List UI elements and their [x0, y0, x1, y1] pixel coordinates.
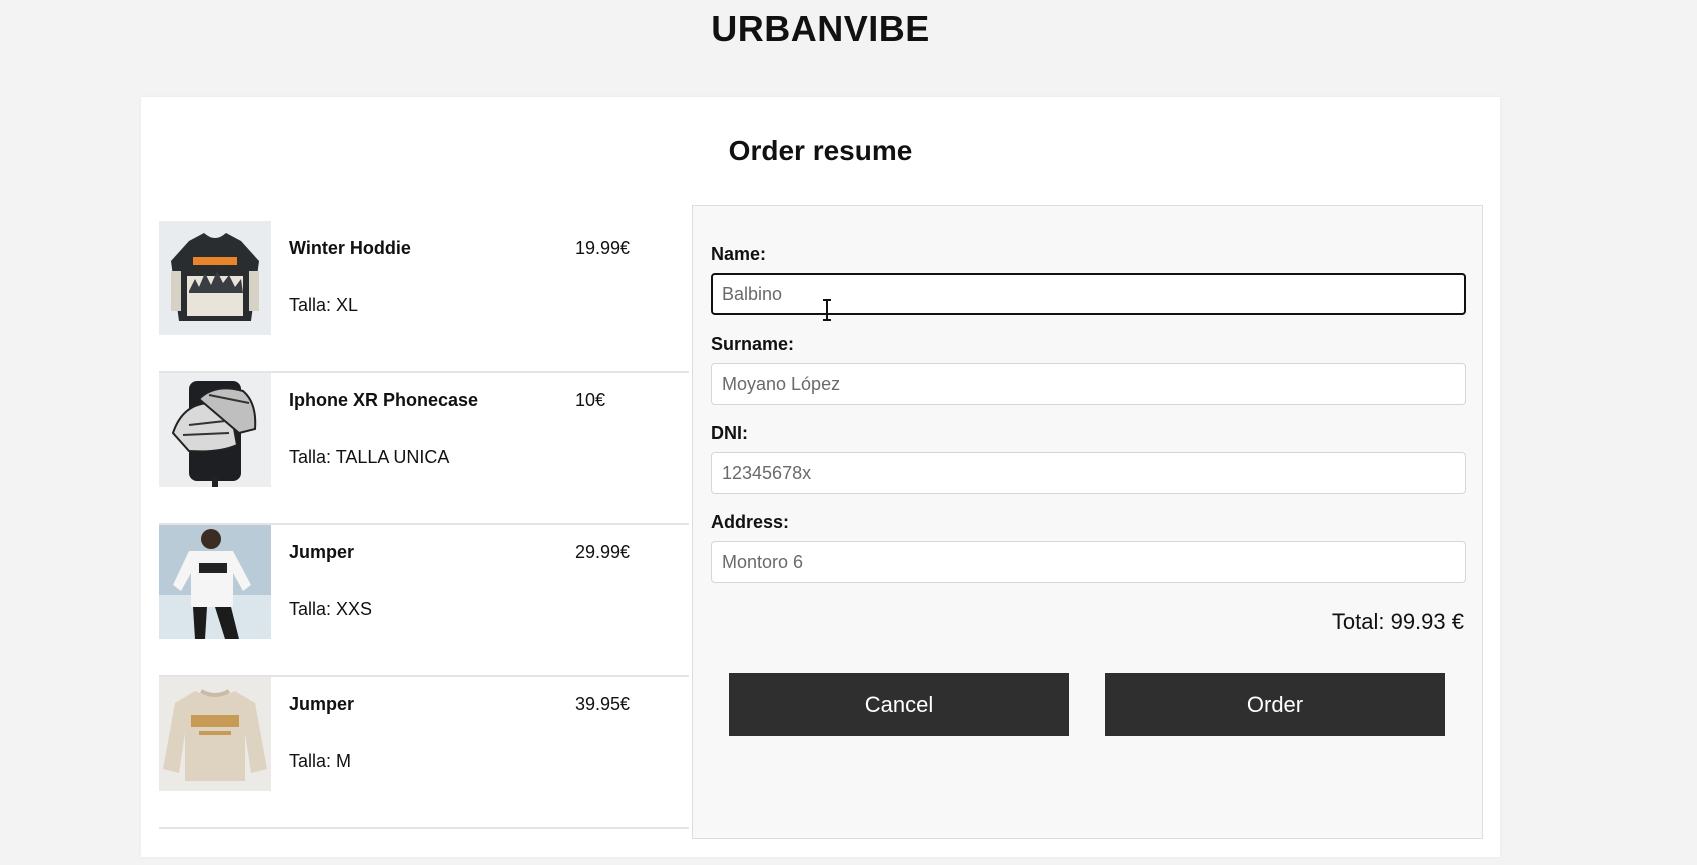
item-price: 29.99€ — [575, 542, 631, 562]
i-beam-cursor-icon — [823, 299, 831, 321]
item-name: Jumper — [289, 542, 355, 562]
list-item: Jumper Talla: XXS 29.99€ — [159, 525, 689, 677]
item-price: 10€ — [575, 390, 606, 410]
dni-field[interactable] — [711, 452, 1466, 494]
order-items-list: Winter Hoddie Talla: XL 19.99€ Iphone XR… — [159, 221, 689, 829]
address-label: Address: — [711, 512, 790, 532]
item-name: Iphone XR Phonecase — [289, 390, 479, 410]
dni-label: DNI: — [711, 423, 748, 443]
name-label: Name: — [711, 244, 767, 264]
product-image — [159, 221, 271, 335]
item-price: 39.95€ — [575, 694, 631, 714]
item-name: Winter Hoddie — [289, 238, 411, 258]
item-size: Talla: TALLA UNICA — [289, 447, 450, 467]
item-size: Talla: XXS — [289, 599, 373, 619]
product-image — [159, 677, 271, 791]
list-item: Winter Hoddie Talla: XL 19.99€ — [159, 221, 689, 373]
list-item: Iphone XR Phonecase Talla: TALLA UNICA 1… — [159, 373, 689, 525]
item-price: 19.99€ — [575, 238, 631, 258]
address-field[interactable] — [711, 541, 1466, 583]
page-title: Order resume — [728, 135, 913, 166]
customer-form: Name: Surname: DNI: Address: Total: 99.9… — [692, 205, 1483, 839]
order-button[interactable]: Order — [1105, 673, 1445, 736]
brand-logo: URBANVIBE — [711, 8, 930, 49]
item-size: Talla: XL — [289, 295, 359, 315]
phonecase-image — [159, 373, 271, 487]
cancel-button[interactable]: Cancel — [729, 673, 1069, 736]
product-image — [159, 525, 271, 639]
surname-field[interactable] — [711, 363, 1466, 405]
winter-hoodie-image — [159, 221, 271, 335]
beige-jumper-image — [159, 677, 271, 791]
item-size: Talla: M — [289, 751, 352, 771]
item-name: Jumper — [289, 694, 355, 714]
order-total: Total: 99.93 € — [1331, 609, 1464, 634]
product-image — [159, 373, 271, 487]
white-jumper-image — [159, 525, 271, 639]
list-item: Jumper Talla: M 39.95€ — [159, 677, 689, 829]
surname-label: Surname: — [711, 334, 795, 354]
order-card: Order resume Winter Hoddie Talla: XL 19.… — [141, 97, 1500, 857]
